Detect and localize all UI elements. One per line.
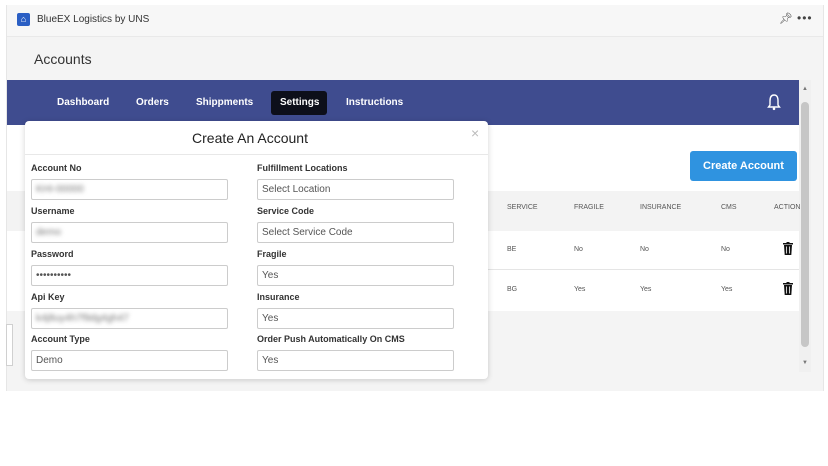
scroll-down-icon[interactable]: ▼ <box>802 360 808 366</box>
partial-element <box>6 324 13 366</box>
nav-dashboard[interactable]: Dashboard <box>57 97 109 108</box>
table-cell: No <box>721 246 730 253</box>
app-logo-icon: ⌂ <box>17 13 30 26</box>
app-window: ⌂ BlueEX Logistics by UNS 📌︎ ••• Account… <box>6 5 824 391</box>
insurance-select[interactable]: Yes <box>257 308 454 329</box>
main-navbar: Dashboard Orders Shippments Settings Ins… <box>7 80 799 125</box>
insurance-label: Insurance <box>257 292 300 302</box>
table-cell: No <box>640 246 649 253</box>
nav-settings[interactable]: Settings <box>280 97 319 108</box>
th-action: ACTION <box>774 204 801 211</box>
page-scrollbar[interactable]: ▲ ▼ <box>799 80 811 372</box>
api-key-label: Api Key <box>31 292 65 302</box>
create-account-modal: Create An Account × Account No KHI-00000… <box>25 121 488 379</box>
bell-icon[interactable] <box>767 93 781 111</box>
nav-instructions[interactable]: Instructions <box>346 97 403 108</box>
row-divider <box>482 269 799 270</box>
nav-orders[interactable]: Orders <box>136 97 169 108</box>
service-code-select[interactable]: Select Service Code <box>257 222 454 243</box>
table-cell: Yes <box>721 286 733 293</box>
fragile-select[interactable]: Yes <box>257 265 454 286</box>
username-label: Username <box>31 206 75 216</box>
modal-divider <box>25 154 488 155</box>
more-icon[interactable]: ••• <box>797 11 813 25</box>
table-cell: No <box>574 246 583 253</box>
page-title: Accounts <box>34 51 92 67</box>
scroll-up-icon[interactable]: ▲ <box>802 86 808 92</box>
close-icon[interactable]: × <box>471 125 479 141</box>
trash-icon[interactable] <box>783 242 793 255</box>
th-service: SERVICE <box>507 204 538 211</box>
scroll-thumb[interactable] <box>801 102 809 347</box>
app-title: BlueEX Logistics by UNS <box>37 14 150 25</box>
password-input[interactable]: •••••••••• <box>31 265 228 286</box>
order-push-label: Order Push Automatically On CMS <box>257 334 405 344</box>
create-account-button[interactable]: Create Account <box>690 151 797 181</box>
account-no-label: Account No <box>31 163 82 173</box>
th-fragile: FRAGILE <box>574 204 604 211</box>
account-no-input[interactable]: KHI-00000 <box>31 179 228 200</box>
th-cms: CMS <box>721 204 737 211</box>
table-cell: BG <box>507 286 518 293</box>
username-input[interactable]: demo <box>31 222 228 243</box>
th-insurance: INSURANCE <box>640 204 682 211</box>
modal-title: Create An Account <box>192 130 308 146</box>
service-code-label: Service Code <box>257 206 315 216</box>
table-cell: Yes <box>640 286 652 293</box>
table-cell: Yes <box>574 286 586 293</box>
api-key-input[interactable]: k4j8uy4h7f9dg4gh47 <box>31 308 228 329</box>
trash-icon[interactable] <box>783 282 793 295</box>
password-label: Password <box>31 249 74 259</box>
account-type-label: Account Type <box>31 334 90 344</box>
fragile-label: Fragile <box>257 249 287 259</box>
account-type-select[interactable]: Demo <box>31 350 228 371</box>
pin-icon[interactable]: 📌︎ <box>779 12 793 25</box>
table-cell: BE <box>507 246 517 253</box>
fulfillment-locations-label: Fulfillment Locations <box>257 163 348 173</box>
fulfillment-locations-select[interactable]: Select Location <box>257 179 454 200</box>
order-push-select[interactable]: Yes <box>257 350 454 371</box>
app-titlebar: ⌂ BlueEX Logistics by UNS 📌︎ ••• <box>7 5 823 37</box>
nav-shippments[interactable]: Shippments <box>196 97 253 108</box>
